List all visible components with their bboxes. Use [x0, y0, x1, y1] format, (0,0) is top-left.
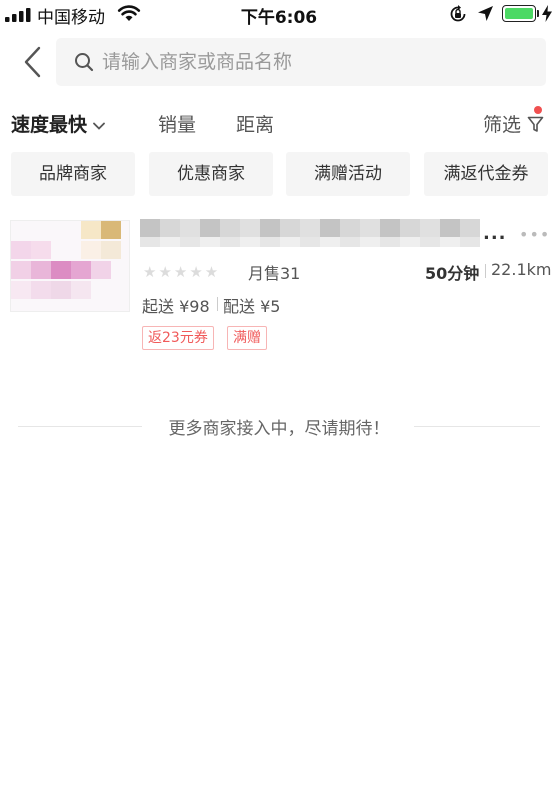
- tag-gift-promotion[interactable]: 满赠活动: [286, 152, 410, 196]
- battery-icon: [502, 5, 536, 22]
- merchant-name-blurred: [140, 219, 480, 237]
- divider: [217, 297, 218, 311]
- orientation-lock-icon: [450, 5, 466, 22]
- location-arrow-icon: [478, 6, 493, 21]
- chevron-down-icon: [93, 122, 105, 130]
- filter-funnel-icon: [527, 116, 544, 132]
- sort-distance-tab[interactable]: 距离: [236, 110, 274, 137]
- minimum-order: 起送 ¥98: [142, 297, 210, 316]
- rating-stars: ★★★★★: [143, 263, 221, 281]
- merchant-name-ellipsis: ...: [483, 223, 507, 244]
- promo-badge-voucher: 返23元券: [142, 326, 214, 350]
- filter-button[interactable]: 筛选: [482, 106, 544, 137]
- more-merchants-notice: 更多商家接入中，尽请期待！: [168, 419, 390, 439]
- sort-speed-label: 速度最快: [11, 114, 88, 136]
- delivery-time: 50分钟: [425, 264, 480, 283]
- clock: 下午6:06: [240, 8, 318, 28]
- tag-cashback-voucher[interactable]: 满返代金券: [424, 152, 548, 196]
- divider: [485, 264, 486, 278]
- sort-bar: 速度最快 销量 距离 筛选: [0, 100, 558, 144]
- back-chevron-icon[interactable]: [20, 45, 46, 79]
- filter-label: 筛选: [482, 114, 521, 136]
- merchant-distance: 22.1km: [491, 260, 552, 279]
- battery-tip: [537, 10, 539, 17]
- charging-bolt-icon: [542, 5, 552, 22]
- tag-discount-merchants[interactable]: 优惠商家: [149, 152, 273, 196]
- sort-sales-tab[interactable]: 销量: [158, 110, 196, 137]
- tag-brand-merchants[interactable]: 品牌商家: [11, 152, 135, 196]
- merchant-name-blurred-shadow: [140, 237, 480, 247]
- search-icon: [75, 53, 94, 72]
- search-input[interactable]: [102, 38, 532, 86]
- sort-speed-dropdown[interactable]: 速度最快: [11, 110, 105, 137]
- merchant-logo-blurred: [10, 220, 130, 312]
- merchant-card[interactable]: ... ••• ★★★★★ 月售31 50分钟 22.1km 起送 ¥98 配送…: [0, 215, 558, 355]
- status-bar: 中国移动 下午6:06: [0, 0, 558, 28]
- filter-notification-dot: [534, 106, 542, 114]
- more-options-icon[interactable]: •••: [519, 225, 550, 244]
- delivery-fee: 配送 ¥5: [223, 297, 281, 316]
- promo-badge-gift: 满赠: [227, 326, 267, 350]
- battery-level: [505, 8, 533, 19]
- monthly-sales: 月售31: [248, 264, 301, 283]
- search-box[interactable]: [56, 38, 546, 86]
